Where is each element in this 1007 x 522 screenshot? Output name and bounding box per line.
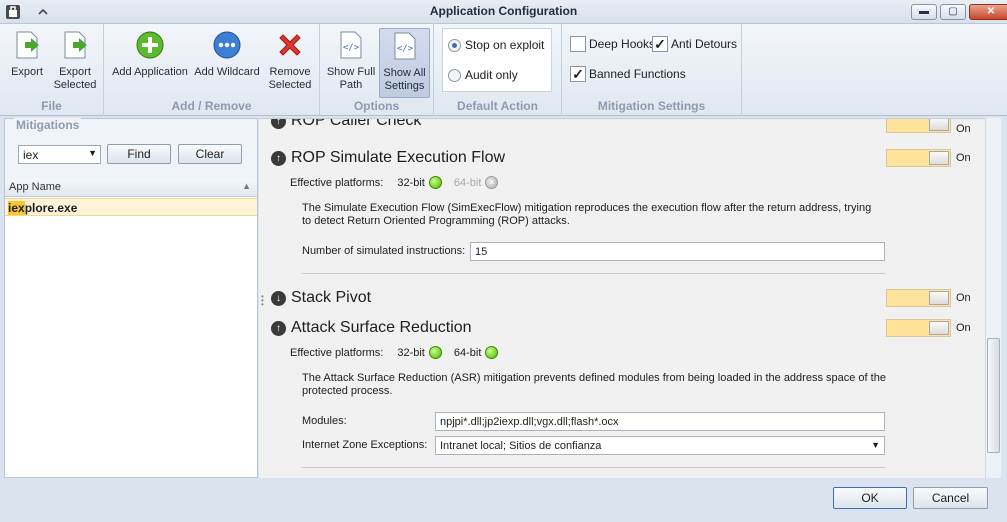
- export-selected-icon: [64, 31, 87, 59]
- vertical-scrollbar[interactable]: [985, 118, 1001, 478]
- find-button[interactable]: Find: [107, 144, 171, 164]
- rop-caller-check-toggle[interactable]: [886, 119, 951, 133]
- title-bar: Application Configuration ▬ ▢ ✕: [0, 0, 1007, 24]
- simulated-instructions-label: Number of simulated instructions:: [302, 245, 466, 257]
- ribbon-group-mitigation-settings: Deep Hooks ✓ Anti Detours ✓ Banned Functio…: [562, 24, 742, 116]
- export-button[interactable]: Export: [6, 28, 48, 79]
- maximize-button[interactable]: ▢: [940, 4, 966, 20]
- asr-description: The Attack Surface Reduction (ASR) mitig…: [302, 372, 886, 397]
- anti-detours-checkbox[interactable]: ✓ Anti Detours: [652, 36, 737, 52]
- wildcard-icon: [213, 31, 241, 59]
- group-label-default-action: Default Action: [457, 99, 538, 113]
- divider: [302, 467, 885, 468]
- stack-pivot-toggle[interactable]: [886, 289, 951, 307]
- group-label-add-remove: Add / Remove: [171, 99, 252, 113]
- check-icon: ✓: [570, 66, 586, 82]
- modules-label: Modules:: [302, 415, 347, 427]
- divider: [302, 273, 885, 274]
- ribbon-group-options: </> Show Full Path </> Show All Settings…: [320, 24, 434, 116]
- checkbox-box: [570, 36, 586, 52]
- group-label-file: File: [41, 99, 62, 113]
- rop-simulate-description: The Simulate Execution Flow (SimExecFlow…: [302, 202, 872, 227]
- add-circle-icon: [136, 31, 164, 59]
- ribbon-group-file: Export Export Selected File: [0, 24, 104, 116]
- ok-button[interactable]: OK: [833, 487, 907, 509]
- remove-x-icon: [279, 34, 301, 56]
- remove-selected-button[interactable]: Remove Selected: [264, 28, 316, 92]
- arrow-up-icon[interactable]: ↑: [271, 320, 286, 336]
- check-icon: ✓: [652, 36, 668, 52]
- platform-disabled-icon: ✕: [485, 176, 499, 189]
- dropdown-arrow-icon[interactable]: ▼: [871, 440, 880, 450]
- dropdown-arrow-icon[interactable]: ▼: [88, 148, 97, 158]
- arrow-up-icon[interactable]: ↑: [271, 119, 286, 129]
- arrow-up-icon[interactable]: ↑: [271, 150, 286, 166]
- app-name-column-header[interactable]: App Name ▲: [5, 178, 257, 197]
- panel-splitter-handle[interactable]: • • •: [261, 293, 265, 309]
- list-item[interactable]: iexplore.exe: [5, 198, 257, 216]
- export-icon: [16, 31, 39, 59]
- zone-exceptions-select[interactable]: Intranet local; Sitios de confianza ▼: [435, 436, 885, 455]
- arrow-down-icon[interactable]: ↓: [271, 290, 286, 306]
- ribbon-group-default-action: Stop on exploit Audit only Default Actio…: [434, 24, 562, 116]
- ribbon-group-add-remove: Add Application Add Wildcard Remove Sele…: [104, 24, 320, 116]
- app-list: iexplore.exe: [5, 197, 257, 477]
- window-title: Application Configuration: [429, 4, 578, 18]
- asr-platforms: Effective platforms: 32-bit 64-bit: [290, 346, 502, 359]
- sort-ascending-icon: ▲: [242, 181, 251, 191]
- toggle-state-label: On: [956, 152, 971, 164]
- show-all-settings-button[interactable]: </> Show All Settings: [379, 28, 430, 98]
- toggle-state-label: On: [956, 292, 971, 304]
- radio-indicator: [448, 38, 461, 52]
- group-label-mitigation-settings: Mitigation Settings: [597, 99, 706, 113]
- toggle-knob: [929, 291, 949, 305]
- rop-simulate-heading: ↑ ROP Simulate Execution Flow: [271, 149, 505, 167]
- toggle-state-label: On: [956, 123, 971, 135]
- code-file-icon: </>: [394, 32, 415, 60]
- mitigation-settings-area: ↑ ROP Caller Check On ↑ ROP Simulate Execu…: [259, 118, 1001, 478]
- radio-indicator: [448, 68, 461, 82]
- toggle-knob: [929, 321, 949, 335]
- asr-heading: ↑ Attack Surface Reduction: [271, 319, 472, 337]
- scrollbar-thumb[interactable]: [987, 338, 1000, 453]
- asr-toggle[interactable]: [886, 319, 951, 337]
- svg-text:</>: </>: [343, 43, 360, 53]
- toggle-knob: [929, 119, 949, 131]
- stack-pivot-heading: ↓ Stack Pivot: [271, 289, 371, 307]
- mitigations-section-title: Mitigations: [14, 118, 82, 132]
- show-full-path-button[interactable]: </> Show Full Path: [324, 28, 378, 92]
- deep-hooks-checkbox[interactable]: Deep Hooks: [570, 36, 655, 52]
- rop-simulate-platforms: Effective platforms: 32-bit 64-bit ✕: [290, 176, 502, 189]
- close-button[interactable]: ✕: [969, 4, 1007, 20]
- platform-enabled-icon: [428, 176, 442, 189]
- add-application-button[interactable]: Add Application: [108, 28, 192, 79]
- toggle-state-label: On: [956, 322, 971, 334]
- ribbon: Export Export Selected File Add Applicat…: [0, 24, 1007, 116]
- code-file-icon: </>: [340, 31, 362, 59]
- minimize-button[interactable]: ▬: [911, 4, 937, 20]
- cancel-button[interactable]: Cancel: [913, 487, 988, 509]
- group-label-options: Options: [353, 99, 400, 113]
- modules-input[interactable]: npjpi*.dll;jp2iexp.dll;vgx.dll;flash*.oc…: [435, 412, 885, 431]
- audit-only-radio[interactable]: Audit only: [448, 68, 518, 82]
- banned-functions-checkbox[interactable]: ✓ Banned Functions: [570, 66, 686, 82]
- zone-exceptions-label: Internet Zone Exceptions:: [302, 439, 428, 451]
- simulated-instructions-input[interactable]: 15: [470, 242, 885, 261]
- app-search-combo[interactable]: iex ▼: [18, 145, 101, 164]
- toggle-knob: [929, 151, 949, 165]
- rop-caller-check-heading: ↑ ROP Caller Check: [271, 119, 421, 130]
- clear-button[interactable]: Clear: [178, 144, 242, 164]
- platform-enabled-icon: [428, 346, 442, 359]
- export-selected-button[interactable]: Export Selected: [52, 28, 98, 92]
- dialog-footer: OK Cancel: [0, 478, 1007, 522]
- stop-on-exploit-radio[interactable]: Stop on exploit: [448, 38, 544, 52]
- add-wildcard-button[interactable]: Add Wildcard: [194, 28, 260, 79]
- platform-enabled-icon: [485, 346, 499, 359]
- svg-text:</>: </>: [396, 44, 413, 54]
- rop-simulate-toggle[interactable]: [886, 149, 951, 167]
